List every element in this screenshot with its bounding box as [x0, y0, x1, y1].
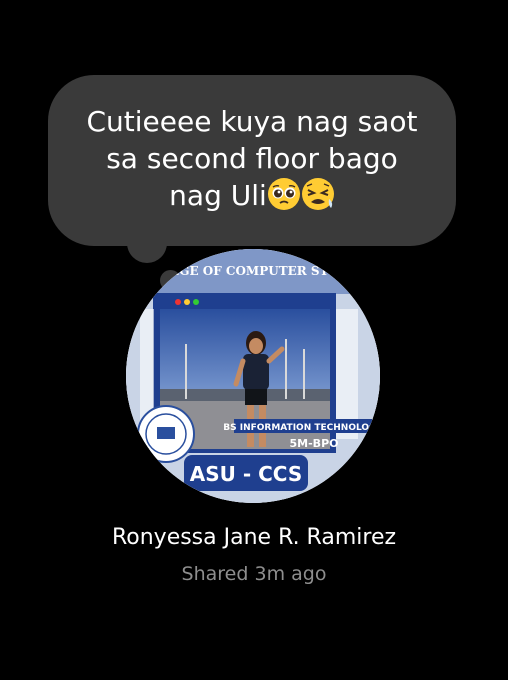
- pleading-face-icon: [267, 178, 300, 210]
- profile-avatar[interactable]: COLLEGE OF COMPUTER STUDIES BS INFORMATI…: [126, 249, 380, 503]
- avatar-logo-text: ASU - CCS: [190, 462, 302, 486]
- tired-face-icon: [301, 178, 334, 210]
- avatar-program-text: BS INFORMATION TECHNOLOGY: [223, 423, 380, 433]
- note-bubble[interactable]: Cutieeee kuya nag saot sa second floor b…: [48, 75, 456, 246]
- avatar-image: COLLEGE OF COMPUTER STUDIES BS INFORMATI…: [126, 249, 380, 503]
- profile-name: Ronyessa Jane R. Ramirez: [111, 525, 397, 550]
- note-text: Cutieeee kuya nag saot sa second floor b…: [72, 103, 432, 214]
- note-line-3: nag Uli: [169, 179, 267, 212]
- note-line-3-wrap: nag Uli: [72, 177, 432, 214]
- shared-time: Shared 3m ago: [181, 563, 327, 585]
- note-line-2: sa second floor bago: [106, 142, 398, 175]
- note-bubble-tail: [127, 236, 167, 263]
- avatar-section-text: 5M-BPO: [290, 437, 339, 450]
- note-screen: Cutieeee kuya nag saot sa second floor b…: [0, 0, 508, 680]
- note-line-1: Cutieeee kuya nag saot: [86, 105, 418, 138]
